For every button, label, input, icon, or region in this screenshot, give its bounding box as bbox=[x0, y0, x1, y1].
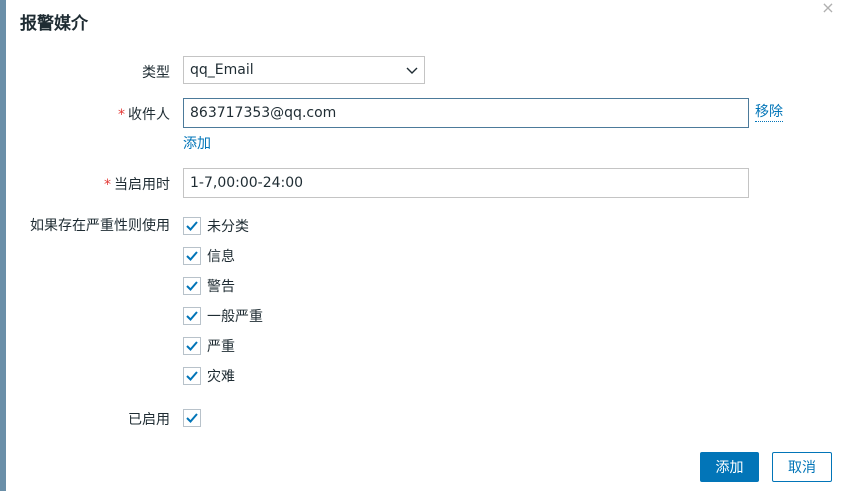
cancel-button[interactable]: 取消 bbox=[772, 452, 832, 482]
recipient-label-text: 收件人 bbox=[128, 107, 170, 123]
enabled-label-text: 已启用 bbox=[128, 412, 170, 428]
checkmark-icon bbox=[186, 413, 198, 423]
checkbox-average[interactable] bbox=[183, 307, 201, 325]
checkmark-icon bbox=[186, 341, 198, 351]
add-button[interactable]: 添加 bbox=[700, 452, 759, 482]
severity-label: 如果存在严重性则使用 bbox=[30, 215, 170, 235]
required-marker: * bbox=[118, 107, 125, 123]
checkmark-icon bbox=[186, 371, 198, 381]
checkmark-icon bbox=[186, 221, 198, 231]
severity-label-not-classified: 未分类 bbox=[207, 219, 249, 235]
when-active-input[interactable] bbox=[183, 168, 749, 198]
type-label-text: 类型 bbox=[142, 65, 170, 81]
type-select-value: qq_Email bbox=[190, 62, 254, 78]
severity-row-average[interactable]: 一般严重 bbox=[183, 306, 263, 326]
left-accent-bar bbox=[0, 0, 6, 491]
type-label: 类型 bbox=[142, 62, 170, 82]
severity-row-disaster[interactable]: 灾难 bbox=[183, 366, 235, 386]
recipient-input[interactable] bbox=[183, 98, 749, 128]
chevron-down-icon bbox=[406, 67, 418, 74]
severity-row-high[interactable]: 严重 bbox=[183, 336, 235, 356]
severity-row-not-classified[interactable]: 未分类 bbox=[183, 216, 249, 236]
remove-link[interactable]: 移除 bbox=[755, 104, 783, 122]
checkmark-icon bbox=[186, 281, 198, 291]
severity-label-average: 一般严重 bbox=[207, 309, 263, 325]
checkbox-not-classified[interactable] bbox=[183, 217, 201, 235]
severity-label-information: 信息 bbox=[207, 249, 235, 265]
close-icon[interactable]: × bbox=[818, 0, 838, 18]
enabled-label: 已启用 bbox=[128, 409, 170, 429]
severity-label-text: 如果存在严重性则使用 bbox=[30, 218, 170, 234]
recipient-label: * 收件人 bbox=[118, 104, 170, 124]
checkmark-icon bbox=[186, 251, 198, 261]
required-marker: * bbox=[104, 177, 111, 193]
checkbox-high[interactable] bbox=[183, 337, 201, 355]
severity-label-high: 严重 bbox=[207, 339, 235, 355]
media-dialog: 报警媒介 × 类型 qq_Email *收件人 移除 添加 *当启用时 如果存在… bbox=[0, 0, 841, 491]
when-active-label-text: 当启用时 bbox=[114, 177, 170, 193]
enabled-row[interactable] bbox=[183, 408, 201, 428]
severity-row-warning[interactable]: 警告 bbox=[183, 276, 235, 296]
checkbox-information[interactable] bbox=[183, 247, 201, 265]
dialog-title: 报警媒介 bbox=[20, 14, 88, 34]
checkbox-disaster[interactable] bbox=[183, 367, 201, 385]
checkmark-icon bbox=[186, 311, 198, 321]
enabled-checkbox[interactable] bbox=[183, 409, 201, 427]
severity-label-warning: 警告 bbox=[207, 279, 235, 295]
type-select[interactable]: qq_Email bbox=[183, 56, 425, 84]
severity-row-information[interactable]: 信息 bbox=[183, 246, 235, 266]
checkbox-warning[interactable] bbox=[183, 277, 201, 295]
severity-label-disaster: 灾难 bbox=[207, 369, 235, 385]
add-recipient-link[interactable]: 添加 bbox=[183, 136, 211, 153]
when-active-label: * 当启用时 bbox=[104, 174, 170, 194]
